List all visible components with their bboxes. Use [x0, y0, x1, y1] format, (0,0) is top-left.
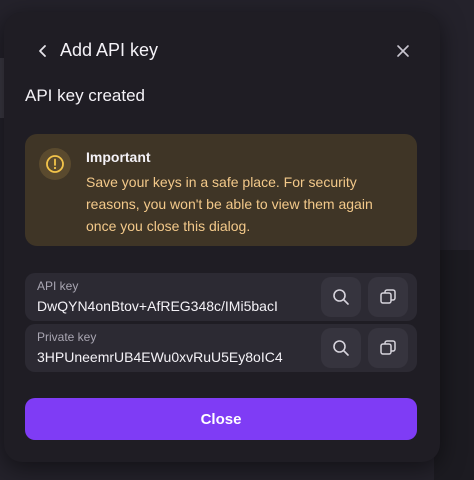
close-button[interactable]: Close: [25, 398, 417, 440]
private-key-label: Private key: [37, 330, 97, 344]
warning-icon-wrap: [39, 148, 71, 180]
exclamation-circle-icon: [46, 155, 64, 173]
private-key-field[interactable]: Private key 3HPUneemrUB4EWu0xvRuU5Ey8oIC…: [25, 324, 317, 372]
add-api-key-dialog: Add API key API key created Important Sa…: [4, 12, 440, 462]
close-icon: [397, 45, 409, 57]
private-key-row: Private key 3HPUneemrUB4EWu0xvRuU5Ey8oIC…: [25, 324, 417, 372]
api-key-field[interactable]: API key DwQYN4onBtov+AfREG348c/IMi5bacI: [25, 273, 317, 321]
copy-private-key-button[interactable]: [368, 328, 408, 368]
notice-text: Save your keys in a safe place. For secu…: [86, 174, 373, 234]
back-button[interactable]: [32, 40, 54, 62]
search-icon: [333, 289, 349, 305]
chevron-left-icon: [39, 45, 46, 57]
api-key-value[interactable]: DwQYN4onBtov+AfREG348c/IMi5bacI: [37, 298, 313, 314]
dialog-title: Add API key: [60, 40, 159, 60]
close-icon-button[interactable]: [392, 40, 414, 62]
dialog-subtitle: API key created: [25, 86, 146, 105]
reveal-api-key-button[interactable]: [321, 277, 361, 317]
api-key-row: API key DwQYN4onBtov+AfREG348c/IMi5bacI: [25, 273, 417, 321]
private-key-value[interactable]: 3HPUneemrUB4EWu0xvRuU5Ey8oIC4: [37, 349, 313, 365]
backdrop-panel: [434, 250, 474, 480]
notice-title: Important: [86, 149, 151, 165]
important-notice: Important Save your keys in a safe place…: [25, 134, 417, 246]
copy-icon: [380, 289, 396, 304]
search-icon: [333, 340, 349, 356]
copy-api-key-button[interactable]: [368, 277, 408, 317]
api-key-label: API key: [37, 279, 79, 293]
dialog-header: Add API key: [4, 36, 440, 66]
reveal-private-key-button[interactable]: [321, 328, 361, 368]
copy-icon: [380, 340, 396, 355]
